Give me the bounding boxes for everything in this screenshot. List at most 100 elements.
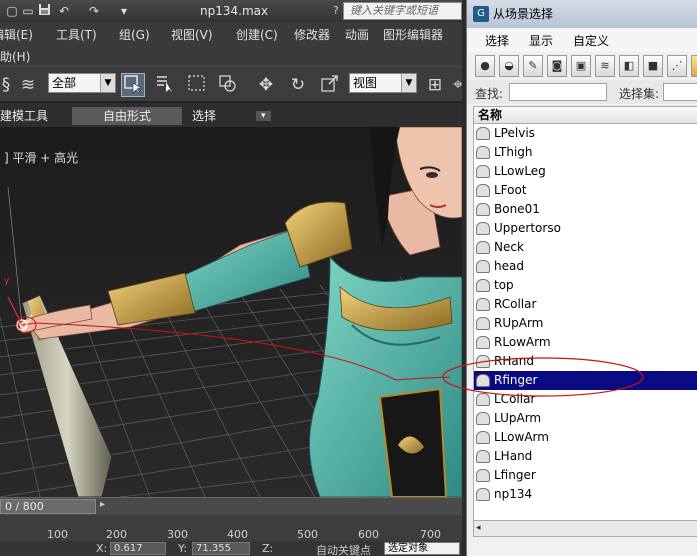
object-type-icon [476, 355, 490, 368]
list-item[interactable]: Bone01 [474, 200, 697, 219]
menu-create[interactable]: 创建(C) [236, 26, 278, 43]
list-item[interactable]: LHand [474, 447, 697, 466]
list-item[interactable]: LFoot [474, 181, 697, 200]
menu-tools[interactable]: 工具(T) [56, 26, 97, 43]
rectangular-selection-icon[interactable] [185, 73, 209, 97]
main-toolbar: § ≋ 全部 ▼ ✥ ↻ 视图 ▼ ⊞ ⌖ [0, 66, 462, 102]
time-slider[interactable]: 0 / 800 ▸ [0, 497, 462, 515]
column-header-name[interactable]: 名称 [473, 106, 697, 124]
viewport-shading-label[interactable]: ] 平滑 + 高光 [4, 149, 78, 166]
list-item[interactable]: LUpArm [474, 409, 697, 428]
scroll-left-icon[interactable]: ◂ [476, 523, 481, 533]
filter-containers-icon[interactable] [691, 55, 697, 77]
menu-views[interactable]: 视图(V) [171, 26, 213, 43]
list-item[interactable]: head [474, 257, 697, 276]
list-item[interactable]: LPelvis [474, 124, 697, 143]
axis-label-y: y [4, 276, 10, 286]
menu-modifiers[interactable]: 修改器 [294, 26, 330, 43]
tab-selection[interactable]: 选择 [184, 107, 224, 125]
list-item-label: head [494, 259, 524, 273]
list-item[interactable]: LThigh [474, 143, 697, 162]
undo-icon[interactable]: ↶ [56, 3, 72, 19]
list-item[interactable]: LLowLeg [474, 162, 697, 181]
horizontal-scrollbar[interactable]: ◂ [473, 520, 697, 537]
reference-coordinate-dropdown[interactable]: 视图 ▼ [349, 73, 417, 93]
tab-freeform[interactable]: 自由形式 [72, 107, 182, 125]
list-item[interactable]: RHand [474, 352, 697, 371]
list-item[interactable]: LLowArm [474, 428, 697, 447]
list-item[interactable]: RUpArm [474, 314, 697, 333]
autokey-label: 自动关键点 [316, 544, 371, 556]
filter-bones-icon[interactable]: ⋰ [667, 55, 687, 77]
select-manipulate-icon[interactable]: ⌖ [446, 73, 462, 97]
find-input[interactable] [509, 83, 607, 101]
list-item[interactable]: RLowArm [474, 333, 697, 352]
y-coord-field[interactable]: 71.355 [192, 542, 250, 555]
filter-helpers-icon[interactable]: ▣ [571, 55, 591, 77]
track-bar[interactable]: 100 200 300 400 500 600 700 [0, 515, 462, 541]
list-item[interactable]: Neck [474, 238, 697, 257]
dialog-menu-display[interactable]: 显示 [529, 32, 553, 49]
object-type-icon [476, 488, 490, 501]
list-item[interactable]: np134 [474, 485, 697, 504]
menu-help[interactable]: 帮助(H) [0, 48, 30, 65]
menu-animation[interactable]: 动画 [345, 26, 369, 43]
ruler-tick: 100 [47, 528, 68, 541]
list-item[interactable]: top [474, 276, 697, 295]
window-crossing-icon[interactable] [215, 73, 239, 97]
chevron-down-icon: ▼ [100, 74, 115, 92]
save-icon[interactable] [36, 3, 52, 19]
object-type-icon [476, 146, 490, 159]
perspective-viewport[interactable]: y ] 平滑 + 高光 [0, 127, 462, 497]
filter-cameras-icon[interactable]: ◙ [547, 55, 567, 77]
filter-groups-icon[interactable]: ◧ [619, 55, 639, 77]
list-item-label: Rfinger [494, 373, 538, 387]
list-item[interactable]: Rfinger [474, 371, 697, 390]
filter-lights-icon[interactable]: ✎ [523, 55, 543, 77]
menu-bar: 编辑(E) 工具(T) 组(G) 视图(V) 创建(C) 修改器 动画 图形编辑… [0, 22, 462, 66]
list-item-label: LPelvis [494, 126, 535, 140]
rotate-icon[interactable]: ↻ [286, 73, 310, 97]
ruler-tick: 300 [167, 528, 188, 541]
ribbon-options-icon[interactable]: ▾ [256, 111, 271, 121]
menu-graph-editors[interactable]: 图形编辑器 [383, 26, 443, 43]
filter-shapes-icon[interactable]: ◒ [499, 55, 519, 77]
filter-geometry-icon[interactable]: ● [475, 55, 495, 77]
time-slider-next-icon[interactable]: ▸ [100, 499, 105, 510]
x-coord-field[interactable]: 0.617 [110, 542, 166, 555]
menu-group[interactable]: 组(G) [119, 26, 150, 43]
list-item[interactable]: Uppertorso [474, 219, 697, 238]
selection-set-dropdown[interactable] [663, 83, 697, 101]
list-item-label: Lfinger [494, 468, 536, 482]
scale-icon[interactable] [318, 73, 342, 97]
filter-spacewarps-icon[interactable]: ≋ [595, 55, 615, 77]
help-icon[interactable]: ? [333, 4, 339, 17]
selection-filter-dropdown[interactable]: 全部 ▼ [48, 73, 116, 93]
list-item-label: LFoot [494, 183, 527, 197]
dialog-menu-customize[interactable]: 自定义 [573, 32, 609, 49]
set-key-filter-field[interactable]: 选定对象 [384, 542, 460, 555]
move-icon[interactable]: ✥ [254, 73, 278, 97]
menu-edit[interactable]: 编辑(E) [0, 26, 33, 43]
select-object-icon[interactable] [121, 73, 145, 97]
open-file-icon[interactable]: ▭ [20, 3, 36, 19]
redo-icon[interactable]: ↷ [86, 3, 102, 19]
filter-xrefs-icon[interactable]: ■ [643, 55, 663, 77]
search-input[interactable]: 键入关键字或短语 [343, 2, 462, 20]
object-type-icon [476, 222, 490, 235]
time-slider-thumb[interactable]: 0 / 800 [0, 499, 96, 514]
find-label: 查找: [475, 87, 504, 101]
list-item[interactable]: Lfinger [474, 466, 697, 485]
pivot-center-icon[interactable]: ⊞ [423, 73, 447, 97]
quick-access-dropdown-icon[interactable]: ▾ [116, 3, 132, 19]
select-by-name-icon[interactable] [153, 73, 177, 97]
dialog-menu-select[interactable]: 选择 [485, 32, 509, 49]
ribbon-tabs: 建模工具 自由形式 选择 ▾ [0, 103, 462, 127]
bind-spacewarp-icon[interactable]: ≋ [16, 73, 40, 97]
list-item-label: LLowArm [494, 430, 549, 444]
list-item[interactable]: RCollar [474, 295, 697, 314]
object-list[interactable]: LPelvis LThigh LLowLeg LFoot Bone01 Uppertors… [473, 124, 697, 520]
list-item[interactable]: LCollar [474, 390, 697, 409]
tab-modeling-tools[interactable]: 建模工具 [0, 107, 56, 125]
new-file-icon[interactable]: ▢ [4, 3, 20, 19]
